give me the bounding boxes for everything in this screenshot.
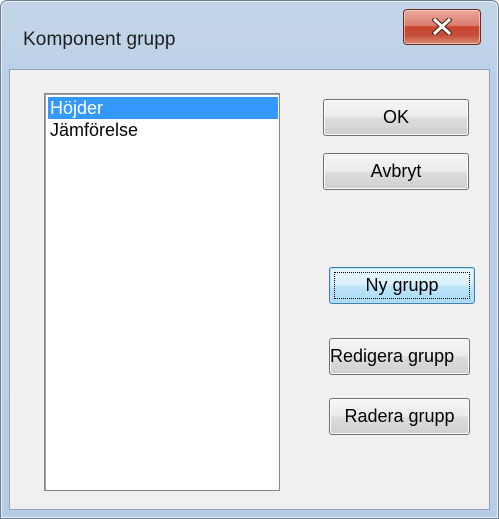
close-icon	[432, 18, 452, 35]
dialog-client-area: Höjder Jämförelse OK Avbryt Ny grupp Red…	[9, 69, 490, 510]
new-group-label: Ny grupp	[365, 275, 439, 295]
new-group-button[interactable]: Ny grupp	[329, 267, 475, 304]
dialog-window: Komponent grupp Höjder Jämförelse OK Avb…	[0, 0, 499, 519]
title-bar[interactable]: Komponent grupp	[1, 1, 498, 69]
cancel-button[interactable]: Avbryt	[323, 153, 469, 190]
list-item[interactable]: Höjder	[48, 97, 278, 119]
ok-button[interactable]: OK	[323, 99, 469, 136]
group-listbox[interactable]: Höjder Jämförelse	[44, 93, 280, 491]
list-item[interactable]: Jämförelse	[48, 119, 278, 141]
close-button[interactable]	[403, 9, 481, 45]
window-title: Komponent grupp	[23, 29, 176, 50]
edit-group-button[interactable]: Redigera grupp	[329, 338, 470, 375]
delete-group-button[interactable]: Radera grupp	[329, 398, 470, 435]
